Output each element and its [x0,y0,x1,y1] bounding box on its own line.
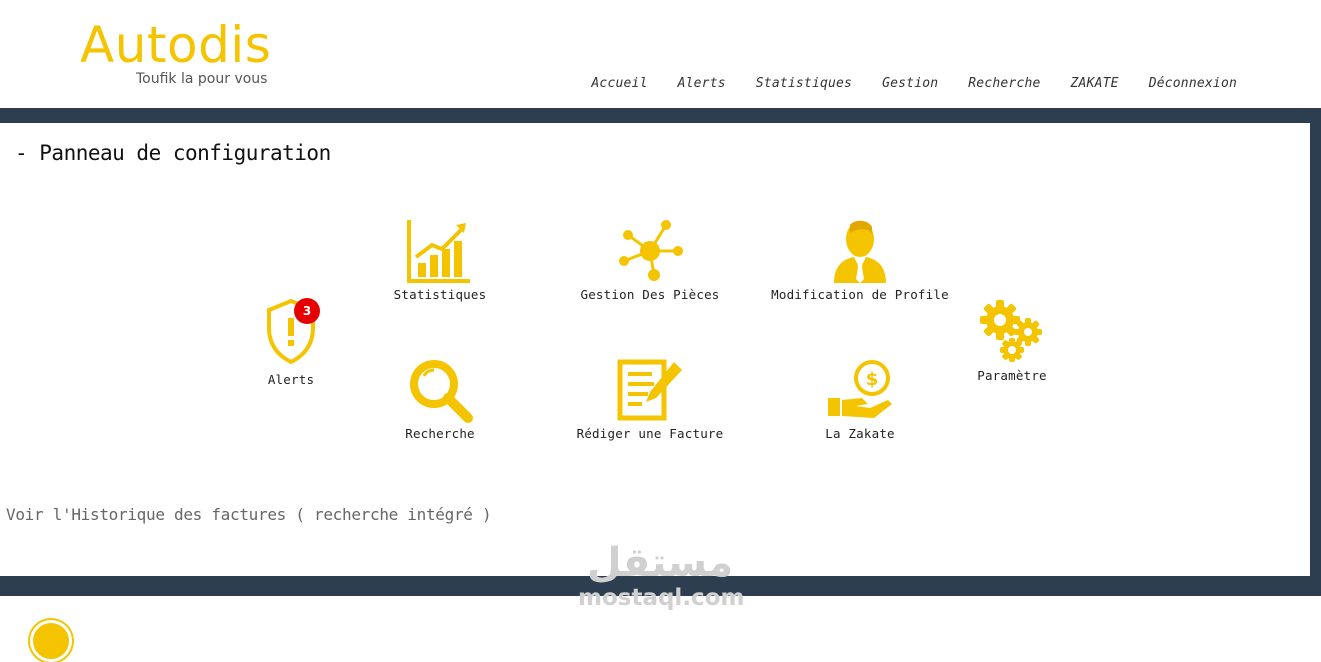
nav-item-alerts[interactable]: Alerts [678,76,726,91]
chat-bubble-icon[interactable] [30,620,72,662]
tile-recherche[interactable]: Recherche [350,356,530,441]
tile-statistiques[interactable]: Statistiques [350,217,530,302]
tile-gestion-pieces[interactable]: Gestion Des Pièces [560,217,740,302]
network-icon [619,220,683,281]
main-nav: Accueil Alerts Statistiques Gestion Rech… [591,76,1237,91]
user-icon [834,220,886,283]
page-title: - Panneau de configuration [15,141,331,165]
brand-tagline: Toufik la pour vous [136,71,268,87]
history-link[interactable]: Voir l'Historique des factures ( recherc… [6,505,492,524]
tile-la-zakate[interactable]: $ La Zakate [770,356,950,441]
nav-item-statistiques[interactable]: Statistiques [756,76,852,91]
watermark-arabic: مستقل [586,540,734,586]
tile-label: Rédiger une Facture [576,426,724,441]
right-band [1310,108,1321,596]
nav-item-zakate[interactable]: ZAKATE [1071,76,1119,91]
nav-item-gestion[interactable]: Gestion [882,76,938,91]
tile-modification-profile[interactable]: Modification de Profile [770,217,950,302]
nav-item-accueil[interactable]: Accueil [591,76,647,91]
watermark-latin: mostaql.com [578,585,745,611]
search-icon [410,360,473,423]
tile-rediger-facture[interactable]: Rédiger une Facture [560,356,740,441]
hand-coin-icon: $ [828,360,892,418]
brand-logo[interactable]: Autodis [80,14,271,76]
alerts-badge: 3 [294,298,320,324]
tile-label: Gestion Des Pièces [580,287,720,302]
tile-label: Recherche [405,426,475,441]
header: Autodis Toufik la pour vous Accueil Aler… [0,0,1321,108]
bar-chart-icon [407,220,470,283]
nav-item-deconnexion[interactable]: Déconnexion [1149,76,1237,91]
tile-label: La Zakate [825,426,895,441]
watermark: مستقل mostaql.com [578,540,745,611]
top-band [0,108,1321,123]
tile-label: Statistiques [393,287,487,302]
invoice-edit-icon [617,359,682,421]
svg-text:$: $ [866,369,879,390]
nav-item-recherche[interactable]: Recherche [968,76,1040,91]
gears-icon [980,300,1042,362]
